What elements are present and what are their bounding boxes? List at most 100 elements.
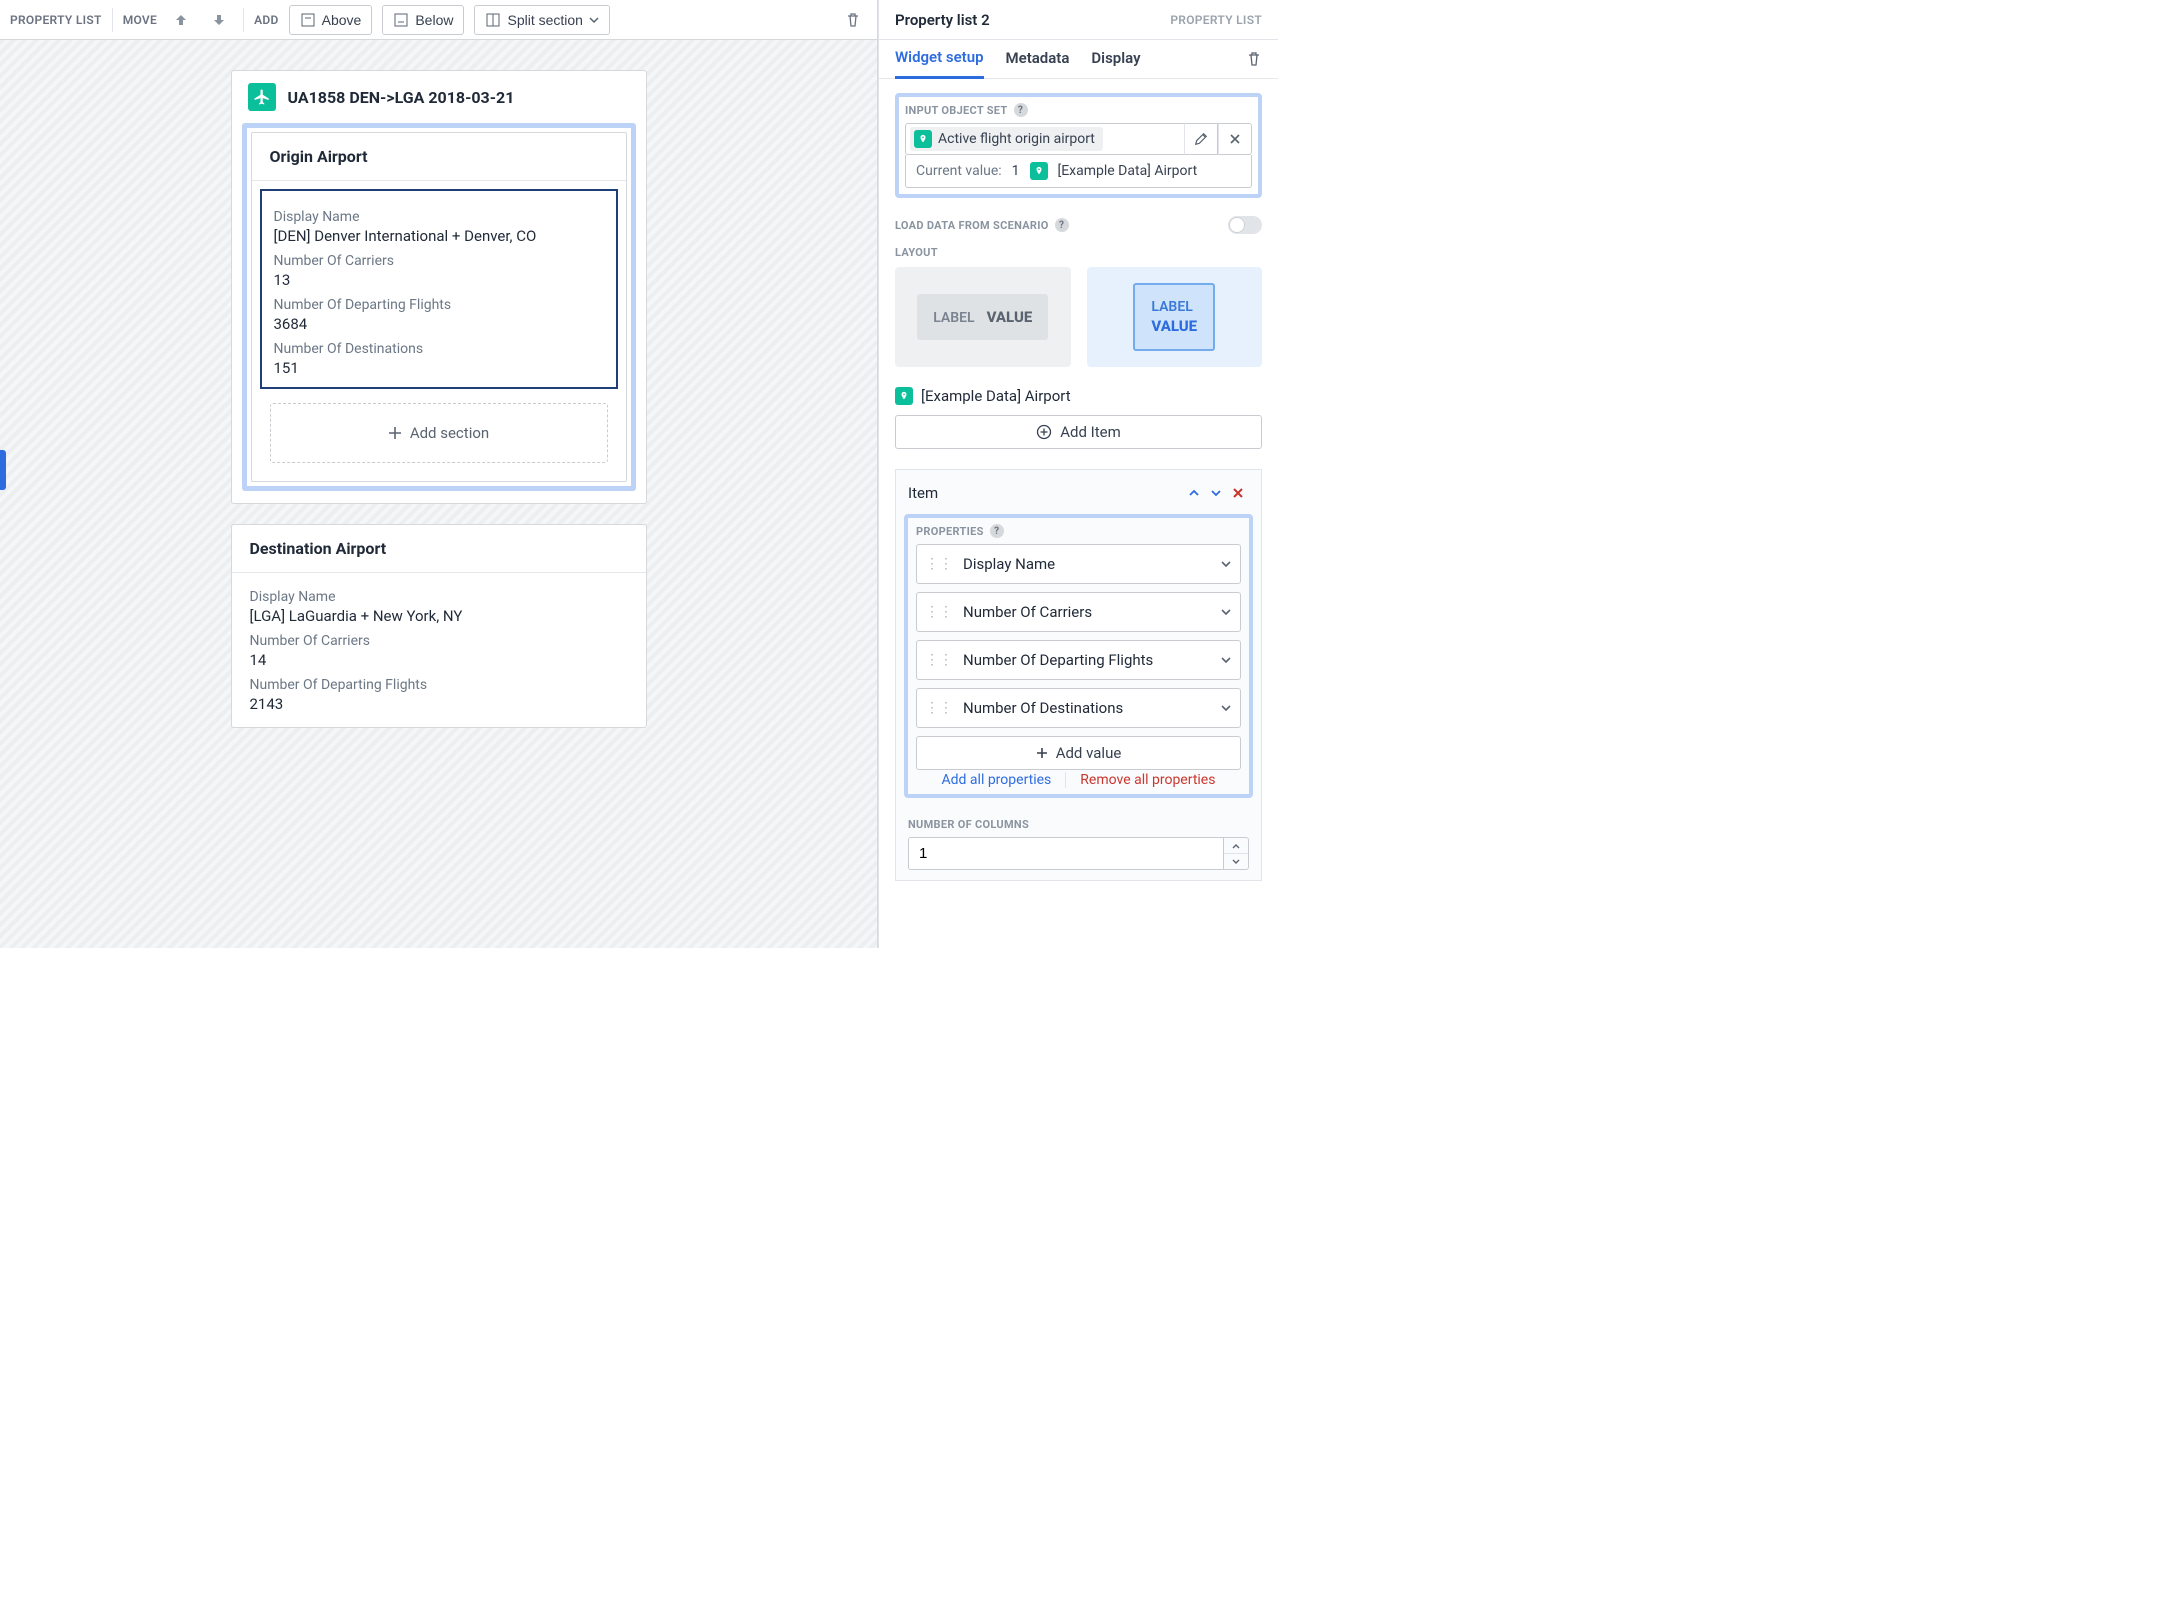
split-section-label: Split section bbox=[507, 12, 582, 28]
destination-property-list: Display Name [LGA] LaGuardia + New York,… bbox=[232, 573, 646, 727]
move-down-button[interactable] bbox=[205, 6, 233, 34]
toolbar-move-label: MOVE bbox=[123, 13, 157, 27]
main-canvas: PROPERTY LIST MOVE ADD Above Below Split… bbox=[0, 0, 878, 948]
link-sep bbox=[1065, 772, 1066, 788]
panel-tabs: Widget setup Metadata Display bbox=[879, 40, 1278, 79]
help-icon[interactable]: ? bbox=[1014, 103, 1028, 117]
add-above-label: Above bbox=[322, 12, 362, 28]
tab-metadata[interactable]: Metadata bbox=[1006, 49, 1070, 77]
canvas-scroll[interactable]: UA1858 DEN->LGA 2018-03-21 Origin Airpor… bbox=[0, 40, 877, 948]
add-section-label: Add section bbox=[410, 424, 489, 442]
main-toolbar: PROPERTY LIST MOVE ADD Above Below Split… bbox=[0, 0, 877, 40]
help-icon[interactable]: ? bbox=[990, 524, 1004, 538]
prop-value: 14 bbox=[250, 651, 628, 669]
clear-input-button[interactable] bbox=[1218, 123, 1252, 155]
toolbar-sep bbox=[112, 8, 113, 32]
prop-label: Number Of Carriers bbox=[274, 253, 604, 269]
prop-value: 2143 bbox=[250, 695, 628, 713]
flight-card-header: UA1858 DEN->LGA 2018-03-21 bbox=[232, 71, 646, 123]
left-edge-handle[interactable] bbox=[0, 450, 6, 490]
item-move-up-button[interactable] bbox=[1183, 482, 1205, 504]
plus-icon bbox=[388, 426, 402, 440]
input-object-set-block: INPUT OBJECT SET ? Active flight origin … bbox=[895, 93, 1262, 198]
remove-all-properties-link[interactable]: Remove all properties bbox=[1080, 772, 1215, 788]
add-item-button[interactable]: Add Item bbox=[895, 415, 1262, 449]
chevron-down-icon[interactable] bbox=[1220, 558, 1232, 570]
add-value-button[interactable]: Add value bbox=[916, 736, 1241, 770]
split-section-button[interactable]: Split section bbox=[474, 5, 609, 35]
prop-value: [DEN] Denver International + Denver, CO bbox=[274, 227, 604, 245]
add-all-properties-link[interactable]: Add all properties bbox=[942, 772, 1052, 788]
drag-handle-icon[interactable]: ⋮⋮ bbox=[925, 652, 953, 668]
num-cols-up[interactable] bbox=[1224, 838, 1248, 854]
panel-delete-button[interactable] bbox=[1246, 51, 1262, 75]
add-above-button[interactable]: Above bbox=[289, 5, 373, 35]
num-cols-input[interactable] bbox=[908, 837, 1223, 870]
property-row[interactable]: ⋮⋮ Number Of Destinations bbox=[916, 688, 1241, 728]
add-below-button[interactable]: Below bbox=[382, 5, 464, 35]
help-icon[interactable]: ? bbox=[1055, 218, 1069, 232]
chevron-down-icon[interactable] bbox=[1220, 654, 1232, 666]
current-value-count: 1 bbox=[1012, 163, 1020, 179]
add-below-label: Below bbox=[415, 12, 453, 28]
load-from-scenario-row: LOAD DATA FROM SCENARIO ? bbox=[895, 216, 1262, 234]
input-object-chip-box: Active flight origin airport bbox=[905, 123, 1184, 155]
panel-header: Property list 2 PROPERTY LIST bbox=[879, 0, 1278, 40]
item-delete-button[interactable] bbox=[1227, 482, 1249, 504]
toolbar-sep bbox=[243, 8, 244, 32]
properties-block: PROPERTIES ? ⋮⋮ Display Name ⋮⋮ Number O… bbox=[904, 514, 1253, 798]
item-box: Item PROPERTIES ? bbox=[895, 469, 1262, 881]
flight-card: UA1858 DEN->LGA 2018-03-21 Origin Airpor… bbox=[231, 70, 647, 504]
destination-card[interactable]: Destination Airport Display Name [LGA] L… bbox=[231, 524, 647, 728]
chevron-down-icon[interactable] bbox=[1220, 606, 1232, 618]
drag-handle-icon[interactable]: ⋮⋮ bbox=[925, 604, 953, 620]
edit-input-button[interactable] bbox=[1184, 123, 1218, 155]
property-row[interactable]: ⋮⋮ Number Of Carriers bbox=[916, 592, 1241, 632]
tab-widget-setup[interactable]: Widget setup bbox=[895, 48, 984, 79]
pin-icon bbox=[895, 387, 913, 405]
flight-title: UA1858 DEN->LGA 2018-03-21 bbox=[288, 88, 515, 107]
property-name: Number Of Departing Flights bbox=[963, 651, 1210, 669]
load-from-scenario-label: LOAD DATA FROM SCENARIO bbox=[895, 219, 1049, 232]
input-object-chip[interactable]: Active flight origin airport bbox=[910, 127, 1103, 151]
origin-section-selected[interactable]: Origin Airport Display Name [DEN] Denver… bbox=[242, 123, 636, 491]
current-value-row: Current value: 1 [Example Data] Airport bbox=[905, 155, 1252, 188]
plus-circle-icon bbox=[1036, 424, 1052, 440]
prop-value: 13 bbox=[274, 271, 604, 289]
object-title: [Example Data] Airport bbox=[921, 387, 1071, 405]
drag-handle-icon[interactable]: ⋮⋮ bbox=[925, 556, 953, 572]
plane-icon bbox=[248, 83, 276, 111]
drag-handle-icon[interactable]: ⋮⋮ bbox=[925, 700, 953, 716]
prop-label: Number Of Carriers bbox=[250, 633, 628, 649]
property-name: Display Name bbox=[963, 555, 1210, 573]
layout-option-stacked[interactable]: LABEL VALUE bbox=[1087, 267, 1263, 367]
num-cols-down[interactable] bbox=[1224, 854, 1248, 869]
panel-type-label: PROPERTY LIST bbox=[1170, 13, 1262, 27]
load-from-scenario-toggle[interactable] bbox=[1228, 216, 1262, 234]
delete-widget-button[interactable] bbox=[839, 6, 867, 34]
property-row[interactable]: ⋮⋮ Display Name bbox=[916, 544, 1241, 584]
pin-icon bbox=[914, 130, 932, 148]
prop-label: Number Of Destinations bbox=[274, 341, 604, 357]
property-name: Number Of Destinations bbox=[963, 699, 1210, 717]
layout-option-inline[interactable]: LABEL VALUE bbox=[895, 267, 1071, 367]
pin-icon bbox=[1030, 162, 1048, 180]
properties-label: PROPERTIES bbox=[916, 525, 984, 538]
input-object-set-label: INPUT OBJECT SET bbox=[905, 104, 1008, 117]
chevron-down-icon[interactable] bbox=[1220, 702, 1232, 714]
prop-value: 151 bbox=[274, 359, 604, 377]
property-name: Number Of Carriers bbox=[963, 603, 1210, 621]
destination-title: Destination Airport bbox=[232, 525, 646, 573]
layout-inline-label: LABEL bbox=[933, 310, 974, 326]
panel-body[interactable]: INPUT OBJECT SET ? Active flight origin … bbox=[879, 79, 1278, 948]
layout-label: LAYOUT bbox=[895, 246, 938, 259]
tab-display[interactable]: Display bbox=[1091, 49, 1140, 77]
move-up-button[interactable] bbox=[167, 6, 195, 34]
item-move-down-button[interactable] bbox=[1205, 482, 1227, 504]
add-item-label: Add Item bbox=[1060, 423, 1121, 441]
add-section-button[interactable]: Add section bbox=[270, 403, 608, 463]
layout-stack-value: VALUE bbox=[1151, 317, 1197, 335]
prop-label: Display Name bbox=[274, 209, 604, 225]
origin-property-list[interactable]: Display Name [DEN] Denver International … bbox=[260, 189, 618, 389]
property-row[interactable]: ⋮⋮ Number Of Departing Flights bbox=[916, 640, 1241, 680]
